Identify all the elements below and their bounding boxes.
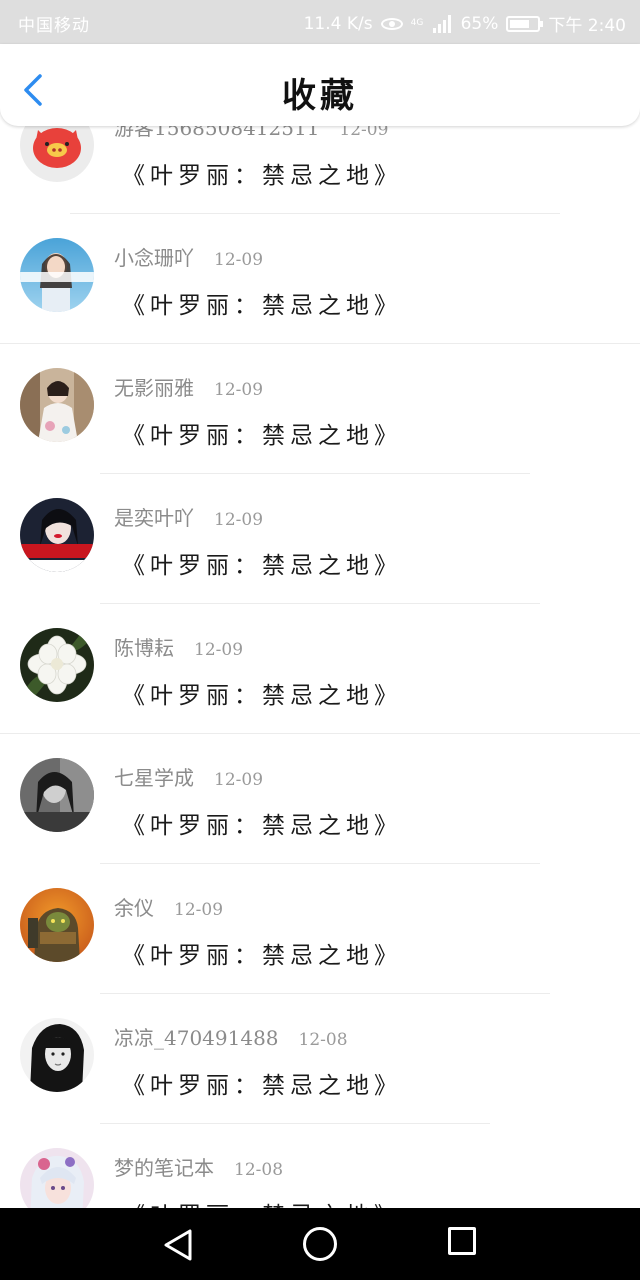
favorite-date: 12-09 (214, 770, 264, 790)
favorite-item[interactable]: 凉凉_470491488 12-08 《叶罗丽：禁忌之地》 (0, 994, 640, 1124)
favorite-item[interactable]: 梦的笔记本 12-08 《叶罗丽：禁忌之地》 (0, 1124, 640, 1208)
favorite-item[interactable]: 小念珊吖 12-09 《叶罗丽：禁忌之地》 (0, 214, 640, 344)
user-avatar[interactable] (20, 888, 94, 962)
page-title: 收藏 (282, 76, 358, 116)
eye-comfort-icon (380, 17, 403, 30)
favorite-date: 12-09 (194, 640, 244, 660)
story-title[interactable]: 《叶罗丽：禁忌之地》 (122, 416, 402, 450)
item-meta: 游客1568508412511 12-09 (114, 126, 388, 141)
user-avatar[interactable] (20, 1148, 94, 1208)
story-title[interactable]: 《叶罗丽：禁忌之地》 (122, 806, 402, 840)
story-title[interactable]: 《叶罗丽：禁忌之地》 (122, 936, 402, 970)
user-name[interactable]: 小念珊吖 (114, 246, 194, 270)
clock: 下午 2:40 (548, 16, 626, 36)
user-name[interactable]: 余仪 (114, 896, 154, 920)
favorite-date: 12-09 (339, 126, 389, 140)
user-avatar[interactable] (20, 758, 94, 832)
favorite-date: 12-08 (298, 1030, 348, 1050)
story-title[interactable]: 《叶罗丽：禁忌之地》 (122, 1066, 402, 1100)
nav-recent-button[interactable] (448, 1227, 476, 1255)
network-type: 4G (410, 18, 424, 28)
user-avatar[interactable] (20, 238, 94, 312)
status-indicators: 11.4 K/s 4G 65% 下午 2:40 (303, 11, 626, 37)
item-meta: 小念珊吖 12-09 (114, 242, 263, 271)
app-header: 收藏 (0, 44, 640, 126)
user-avatar[interactable] (20, 498, 94, 572)
item-meta: 梦的笔记本 12-08 (114, 1152, 283, 1181)
user-avatar[interactable] (20, 368, 94, 442)
item-meta: 七星学成 12-09 (114, 762, 263, 791)
system-nav-bar (0, 1208, 640, 1280)
story-title[interactable]: 《叶罗丽：禁忌之地》 (122, 156, 402, 190)
favorite-date: 12-09 (214, 250, 264, 270)
user-name[interactable]: 凉凉_470491488 (114, 1026, 279, 1050)
user-avatar[interactable] (20, 1018, 94, 1092)
item-meta: 无影丽雅 12-09 (114, 372, 263, 401)
story-title[interactable]: 《叶罗丽：禁忌之地》 (122, 286, 402, 320)
favorite-item[interactable]: 陈博耘 12-09 《叶罗丽：禁忌之地》 (0, 604, 640, 734)
nav-back-button[interactable] (160, 1228, 196, 1262)
favorite-item[interactable]: 游客1568508412511 12-09 《叶罗丽：禁忌之地》 (0, 126, 640, 214)
battery-icon (506, 15, 544, 32)
user-avatar[interactable] (20, 126, 94, 182)
item-meta: 是奕叶吖 12-09 (114, 502, 263, 531)
favorite-date: 12-09 (174, 900, 224, 920)
item-meta: 凉凉_470491488 12-08 (114, 1022, 348, 1051)
story-title[interactable]: 《叶罗丽：禁忌之地》 (122, 676, 402, 710)
carrier-name: 中国移动 (18, 16, 90, 36)
favorite-item[interactable]: 是奕叶吖 12-09 《叶罗丽：禁忌之地》 (0, 474, 640, 604)
user-name[interactable]: 陈博耘 (114, 636, 174, 660)
favorite-date: 12-09 (214, 380, 264, 400)
battery-percent: 65% (460, 13, 499, 34)
favorite-item[interactable]: 七星学成 12-09 《叶罗丽：禁忌之地》 (0, 734, 640, 864)
status-bar: 中国移动 11.4 K/s 4G 65% 下午 2:40 (0, 0, 640, 44)
favorite-item[interactable]: 无影丽雅 12-09 《叶罗丽：禁忌之地》 (0, 344, 640, 474)
favorite-date: 12-09 (214, 510, 264, 530)
user-name[interactable]: 七星学成 (114, 766, 194, 790)
network-speed: 11.4 K/s (303, 13, 373, 34)
story-title[interactable]: 《叶罗丽：禁忌之地》 (122, 1196, 402, 1208)
user-name[interactable]: 梦的笔记本 (114, 1156, 214, 1180)
item-meta: 陈博耘 12-09 (114, 632, 243, 661)
user-name[interactable]: 无影丽雅 (114, 376, 194, 400)
user-name[interactable]: 是奕叶吖 (114, 506, 194, 530)
favorite-date: 12-08 (234, 1160, 284, 1180)
triangle-back-icon (164, 1229, 192, 1261)
nav-home-button[interactable] (303, 1227, 337, 1261)
user-name[interactable]: 游客1568508412511 (114, 126, 319, 140)
item-meta: 余仪 12-09 (114, 892, 223, 921)
story-title[interactable]: 《叶罗丽：禁忌之地》 (122, 546, 402, 580)
user-avatar[interactable] (20, 628, 94, 702)
favorites-list[interactable]: 游客1568508412511 12-09 《叶罗丽：禁忌之地》 小念珊吖 12-09 《… (0, 126, 640, 1208)
signal-icon (432, 14, 453, 33)
favorite-item[interactable]: 余仪 12-09 《叶罗丽：禁忌之地》 (0, 864, 640, 994)
